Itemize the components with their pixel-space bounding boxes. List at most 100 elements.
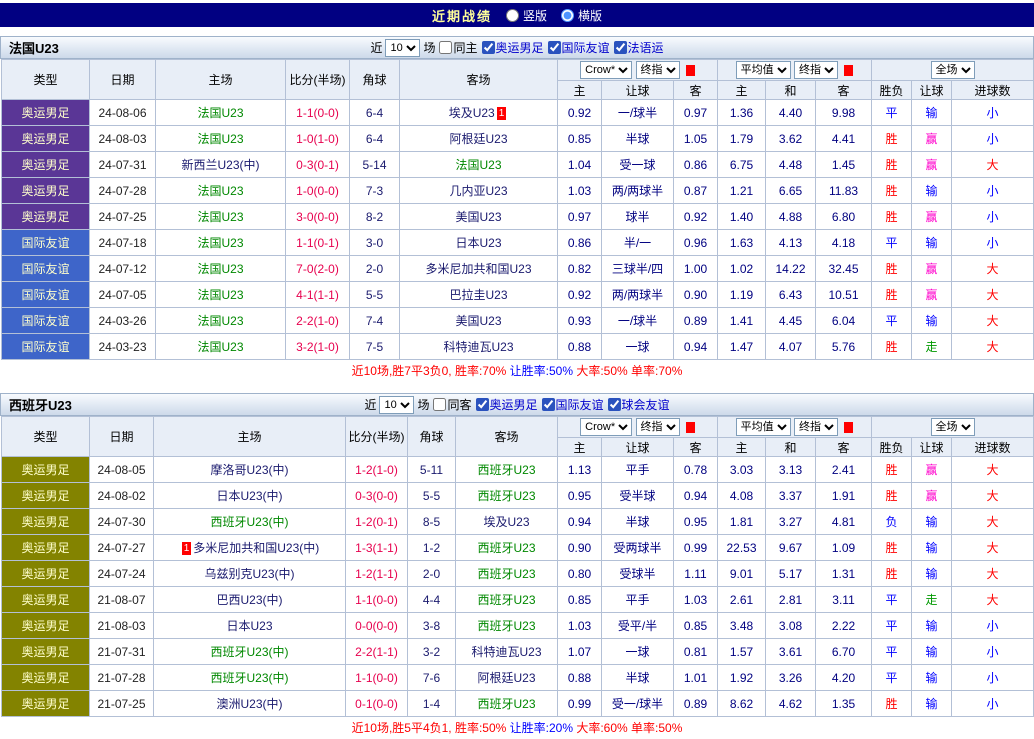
- comp-friendly-input[interactable]: [541, 398, 555, 411]
- home-team[interactable]: 西班牙U23(中): [153, 664, 346, 691]
- home-team[interactable]: 法国U23: [155, 333, 286, 360]
- fulltime-select[interactable]: 全场: [930, 61, 975, 79]
- same-away-input[interactable]: [433, 398, 447, 411]
- average-odds-select[interactable]: 平均值: [735, 61, 791, 79]
- radio-vertical-input[interactable]: [505, 8, 519, 22]
- final-odds-select[interactable]: 终指: [794, 61, 839, 79]
- comp-checkbox-friendly[interactable]: 国际友谊: [541, 396, 604, 413]
- away-team[interactable]: 西班牙U23: [455, 456, 558, 483]
- match-count-select[interactable]: 10: [385, 38, 421, 57]
- score[interactable]: 7-0(2-0): [285, 255, 350, 282]
- home-team[interactable]: 法国U23: [155, 281, 286, 308]
- away-team[interactable]: 科特迪瓦U23: [399, 333, 558, 360]
- score[interactable]: 1-2(1-1): [345, 560, 408, 587]
- away-team[interactable]: 西班牙U23: [455, 690, 558, 717]
- layout-radio-vertical[interactable]: 竖版: [505, 7, 547, 24]
- corners: 4-4: [407, 586, 456, 613]
- home-team[interactable]: 法国U23: [155, 307, 286, 334]
- home-team[interactable]: 法国U23: [155, 229, 286, 256]
- col-header-corner: 角球: [349, 59, 400, 100]
- away-team[interactable]: 阿根廷U23: [399, 125, 558, 152]
- layout-radio-horizontal[interactable]: 横版: [561, 7, 602, 24]
- score[interactable]: 1-0(1-0): [285, 125, 350, 152]
- away-team[interactable]: 西班牙U23: [455, 482, 558, 509]
- handicap-line: 半球: [601, 125, 674, 152]
- away-team[interactable]: 几内亚U23: [399, 177, 558, 204]
- score[interactable]: 1-1(0-0): [285, 99, 350, 126]
- home-team[interactable]: 法国U23: [155, 255, 286, 282]
- score[interactable]: 1-1(0-0): [345, 586, 408, 613]
- away-team[interactable]: 阿根廷U23: [455, 664, 558, 691]
- home-team[interactable]: 西班牙U23(中): [153, 508, 346, 535]
- score[interactable]: 1-1(0-1): [285, 229, 350, 256]
- home-team[interactable]: 乌兹别克U23(中): [153, 560, 346, 587]
- home-team[interactable]: 摩洛哥U23(中): [153, 456, 346, 483]
- comp-francophone-input[interactable]: [613, 41, 627, 54]
- home-team[interactable]: 新西兰U23(中): [155, 151, 286, 178]
- score[interactable]: 1-2(0-1): [345, 508, 408, 535]
- away-team[interactable]: 日本U23: [399, 229, 558, 256]
- bookmaker-select[interactable]: Crow*: [580, 61, 633, 79]
- home-team[interactable]: 日本U23(中): [153, 482, 346, 509]
- bookmaker-select[interactable]: Crow*: [580, 418, 633, 436]
- same-home-input[interactable]: [439, 41, 453, 54]
- score[interactable]: 0-3(0-0): [345, 482, 408, 509]
- score[interactable]: 3-2(1-0): [285, 333, 350, 360]
- comp-checkbox-club-friendly[interactable]: 球会友谊: [607, 396, 670, 413]
- away-team[interactable]: 西班牙U23: [455, 612, 558, 639]
- comp-checkbox-olympic[interactable]: 奥运男足: [475, 396, 538, 413]
- fulltime-select[interactable]: 全场: [930, 418, 975, 436]
- score[interactable]: 2-2(1-1): [345, 638, 408, 665]
- match-count-select[interactable]: 10: [379, 395, 415, 414]
- score[interactable]: 1-0(0-0): [285, 177, 350, 204]
- comp-olympic-input[interactable]: [481, 41, 495, 54]
- away-team[interactable]: 多米尼加共和国U23: [399, 255, 558, 282]
- away-team[interactable]: 法国U23: [399, 151, 558, 178]
- score[interactable]: 3-0(0-0): [285, 203, 350, 230]
- comp-club-friendly-input[interactable]: [607, 398, 621, 411]
- score[interactable]: 1-1(0-0): [345, 664, 408, 691]
- home-team[interactable]: 法国U23: [155, 177, 286, 204]
- home-team[interactable]: 日本U23: [153, 612, 346, 639]
- home-team[interactable]: 巴西U23(中): [153, 586, 346, 613]
- subcol-goals: 进球数: [951, 437, 1034, 457]
- radio-horizontal-input[interactable]: [561, 8, 574, 22]
- home-team[interactable]: 1 多米尼加共和国U23(中): [153, 534, 346, 561]
- final-odds-select[interactable]: 终指: [794, 418, 839, 436]
- home-team[interactable]: 西班牙U23(中): [153, 638, 346, 665]
- score[interactable]: 1-3(1-1): [345, 534, 408, 561]
- away-team[interactable]: 埃及U23: [455, 508, 558, 535]
- home-team[interactable]: 法国U23: [155, 99, 286, 126]
- col-header-type: 类型: [1, 59, 90, 100]
- final-odds-select[interactable]: 终指: [635, 61, 680, 79]
- away-team[interactable]: 西班牙U23: [455, 560, 558, 587]
- home-team[interactable]: 法国U23: [155, 125, 286, 152]
- away-team[interactable]: 美国U23: [399, 307, 558, 334]
- result-wdl: 胜: [871, 281, 913, 308]
- score[interactable]: 0-3(0-1): [285, 151, 350, 178]
- home-team[interactable]: 澳洲U23(中): [153, 690, 346, 717]
- home-team[interactable]: 法国U23: [155, 203, 286, 230]
- away-team[interactable]: 埃及U23 1: [399, 99, 558, 126]
- final-odds-select[interactable]: 终指: [635, 418, 680, 436]
- score[interactable]: 2-2(1-0): [285, 307, 350, 334]
- away-team[interactable]: 巴拉圭U23: [399, 281, 558, 308]
- comp-checkbox-friendly[interactable]: 国际友谊: [547, 39, 610, 56]
- same-away-checkbox[interactable]: 同客: [432, 396, 472, 413]
- score[interactable]: 4-1(1-1): [285, 281, 350, 308]
- comp-friendly-input[interactable]: [547, 41, 561, 54]
- comp-checkbox-francophone[interactable]: 法语运: [613, 39, 664, 56]
- same-home-checkbox[interactable]: 同主: [438, 39, 478, 56]
- away-team[interactable]: 科特迪瓦U23: [455, 638, 558, 665]
- away-team[interactable]: 西班牙U23: [455, 586, 558, 613]
- score[interactable]: 1-2(1-0): [345, 456, 408, 483]
- score[interactable]: 0-0(0-0): [345, 612, 408, 639]
- away-team[interactable]: 西班牙U23: [455, 534, 558, 561]
- score[interactable]: 0-1(0-0): [345, 690, 408, 717]
- comp-olympic-input[interactable]: [475, 398, 489, 411]
- match-row: 奥运男足 24-07-25 法国U23 3-0(0-0) 8-2 美国U23 0.97 球半 0…: [1, 203, 1034, 230]
- average-odds-select[interactable]: 平均值: [735, 418, 791, 436]
- avg-home-odds: 1.02: [717, 255, 767, 282]
- away-team[interactable]: 美国U23: [399, 203, 558, 230]
- comp-checkbox-olympic[interactable]: 奥运男足: [481, 39, 544, 56]
